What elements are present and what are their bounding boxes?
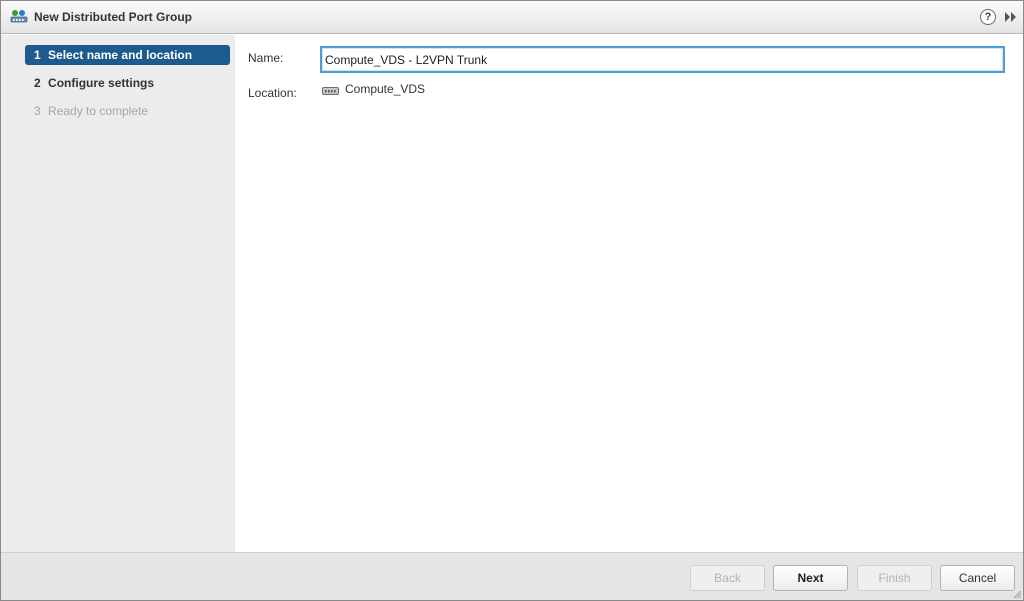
wizard-steps-sidebar: 1 Select name and location 2 Configure s… bbox=[1, 35, 235, 552]
step-configure-settings[interactable]: 2 Configure settings bbox=[25, 73, 230, 93]
cancel-button[interactable]: Cancel bbox=[940, 565, 1015, 591]
step-ready-to-complete: 3 Ready to complete bbox=[25, 101, 230, 121]
distributed-port-group-icon bbox=[10, 10, 28, 23]
next-button[interactable]: Next bbox=[773, 565, 848, 591]
name-input[interactable] bbox=[320, 46, 1005, 73]
new-distributed-port-group-dialog: New Distributed Port Group ? 1 Select na… bbox=[0, 0, 1024, 601]
step-select-name-and-location[interactable]: 1 Select name and location bbox=[25, 45, 230, 65]
name-label: Name: bbox=[248, 51, 284, 65]
step-label: Select name and location bbox=[48, 48, 193, 62]
location-label: Location: bbox=[248, 86, 297, 100]
wizard-footer: Back Next Finish Cancel bbox=[1, 552, 1023, 600]
step-label: Configure settings bbox=[48, 76, 155, 90]
step-label: Ready to complete bbox=[48, 104, 149, 118]
step-number: 2 bbox=[34, 76, 41, 90]
location-value[interactable]: Compute_VDS bbox=[345, 82, 425, 96]
dialog-title: New Distributed Port Group bbox=[34, 10, 193, 24]
resize-grip-icon[interactable] bbox=[1012, 589, 1022, 599]
step-number: 1 bbox=[34, 48, 41, 62]
expand-double-arrow-icon[interactable] bbox=[1005, 12, 1017, 22]
wizard-content: Name: Location: Compute_VDS bbox=[235, 35, 1023, 552]
help-icon[interactable]: ? bbox=[980, 9, 996, 25]
dialog-titlebar: New Distributed Port Group ? bbox=[1, 1, 1023, 34]
finish-button[interactable]: Finish bbox=[857, 565, 932, 591]
step-number: 3 bbox=[34, 104, 41, 118]
distributed-switch-icon bbox=[322, 87, 339, 95]
back-button[interactable]: Back bbox=[690, 565, 765, 591]
